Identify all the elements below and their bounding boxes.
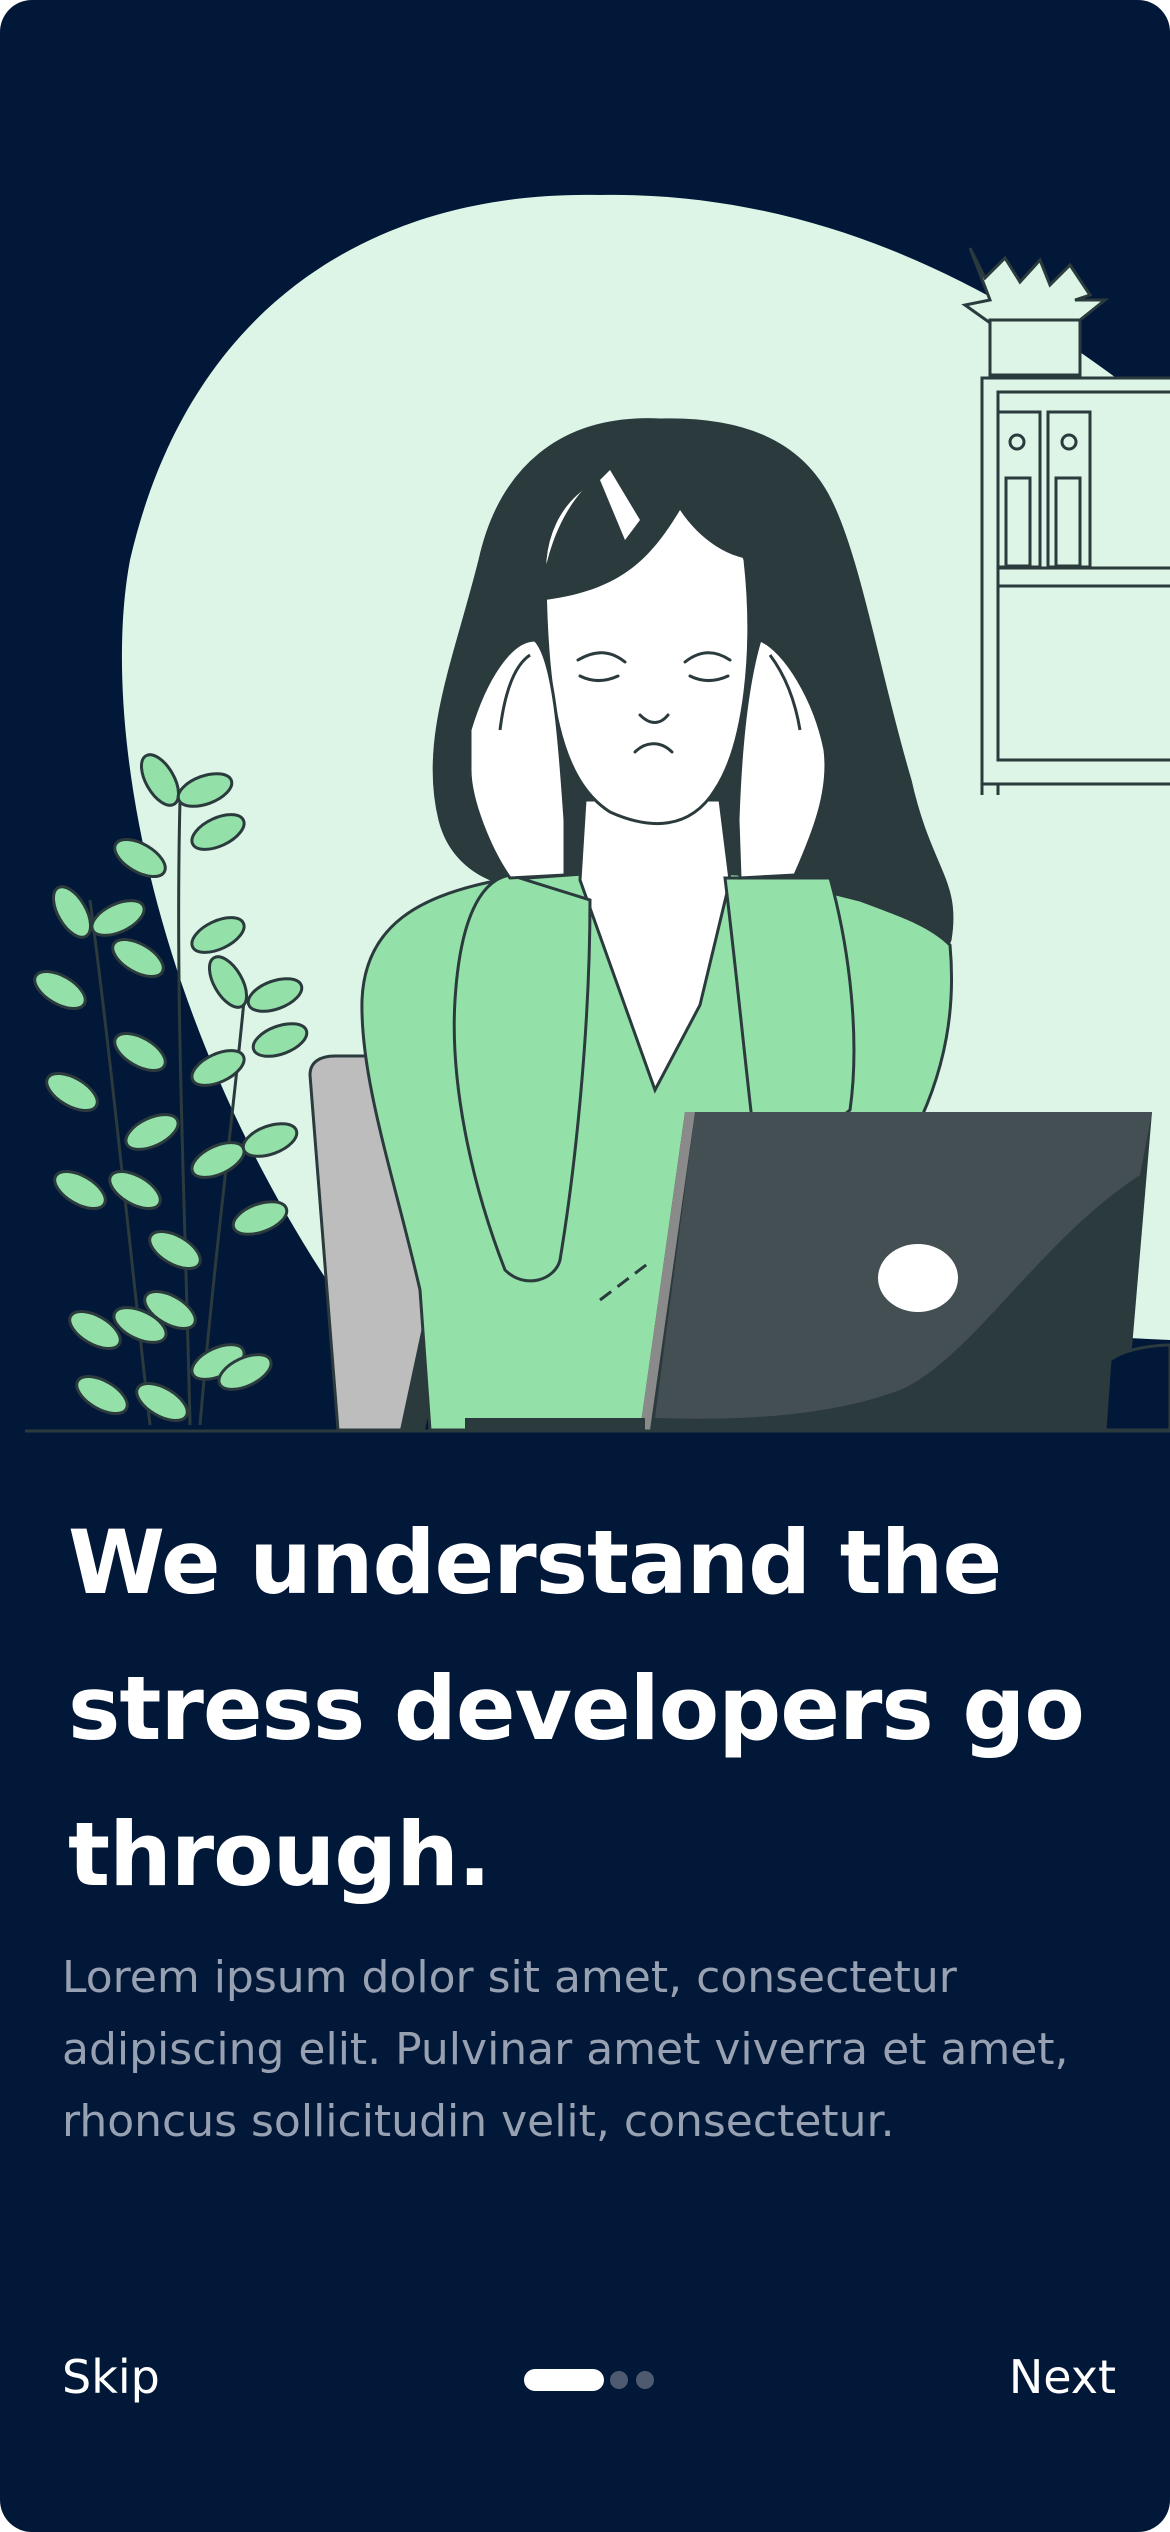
page-dot-active <box>524 2369 604 2391</box>
laptop-logo <box>878 1244 958 1312</box>
bookshelf <box>961 247 1170 795</box>
skip-button[interactable]: Skip <box>62 2350 160 2404</box>
page-indicator <box>524 2369 654 2391</box>
page-dot <box>610 2371 628 2389</box>
page-dot <box>636 2371 654 2389</box>
onboarding-body: Lorem ipsum dolor sit amet, consectetur … <box>62 1952 1069 2147</box>
next-button[interactable]: Next <box>1009 2350 1116 2404</box>
onboarding-screen: We understand the stress developers go t… <box>0 0 1170 2532</box>
onboarding-headline: We understand the stress developers go t… <box>68 1511 1085 1906</box>
stressed-developer-illustration <box>25 194 1170 1433</box>
cup <box>1103 1343 1170 1432</box>
